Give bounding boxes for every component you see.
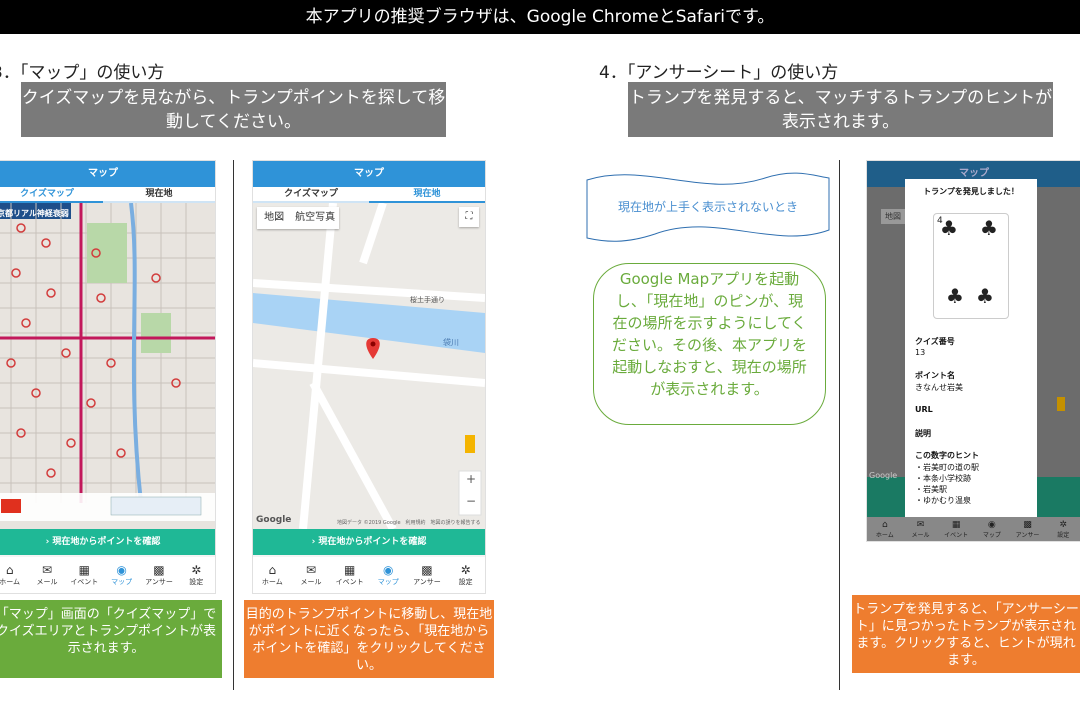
caption-current-location: 目的のトランプポイントに移動し、現在地がポイントに近くなったら、「現在地からポイ…: [244, 600, 494, 678]
nav-mail[interactable]: ✉ メール: [903, 517, 939, 541]
nav-answer[interactable]: ▩ アンサー: [409, 557, 445, 593]
card-found-modal: トランプを発見しました！ 4 ♣ ♣ ♣ ♣ クイズ番号 13 ポイント名 きな…: [905, 179, 1037, 524]
confirm-location-button[interactable]: › 現在地からポイントを確認: [253, 529, 485, 555]
map-type-button[interactable]: 地図: [257, 207, 291, 229]
caption-answer-sheet: トランプを発見すると、「アンサーシート」に見つかったトランプが表示されます。クリ…: [852, 595, 1080, 673]
nav-settings[interactable]: ✲ 設定: [178, 557, 214, 593]
map-pin-icon: ◉: [116, 563, 127, 577]
aerial-photo-button[interactable]: 航空写真: [291, 207, 339, 229]
grid-icon: ▩: [153, 563, 165, 577]
fullscreen-icon[interactable]: ⛶: [459, 207, 479, 227]
nav-map[interactable]: ◉ マップ: [974, 517, 1010, 541]
point-name-value: きなんせ岩美: [915, 383, 963, 392]
zoom-out-button[interactable]: −: [466, 494, 476, 508]
map-pin-icon: ◉: [987, 519, 996, 530]
map-tabs: クイズマップ 現在地: [0, 187, 215, 203]
quiz-number-value: 13: [915, 348, 926, 357]
google-logo: Google: [869, 471, 898, 480]
hint-item: ・ゆかむり温泉: [915, 496, 971, 505]
river-label: 袋川: [443, 338, 459, 347]
mail-icon: ✉: [916, 519, 925, 530]
divider: [839, 160, 840, 690]
bottom-nav: ⌂ ホーム ✉ メール ▦ イベント ◉ マップ ▩ アンサー ✲ 設定: [0, 557, 215, 593]
club-icon: ♣: [980, 216, 998, 240]
phone-quiz-map-screen: マップ クイズマップ 現在地 京都リアル神経衰弱 › 現在地からポイントを確認 …: [0, 160, 216, 594]
section4-note: トランプを発見すると、マッチするトランプのヒントが表示されます。: [628, 82, 1053, 137]
calendar-icon: ▦: [343, 563, 356, 577]
nav-answer[interactable]: ▩ アンサー: [1010, 517, 1046, 541]
gear-icon: ✲: [191, 563, 202, 577]
nav-map[interactable]: ◉ マップ: [370, 557, 406, 593]
phone-current-location-screen: マップ クイズマップ 現在地 地図 航空写真 ⛶ 桜土手通り 袋川 + − Go…: [252, 160, 486, 594]
modal-title: トランプを発見しました！: [923, 187, 1019, 196]
caption-quiz-map: 「マップ」画面の「クイズマップ」でクイズエリアとトランプポイントが表示されます。: [0, 600, 222, 678]
url-label: URL: [915, 405, 933, 414]
confirm-location-button[interactable]: › 現在地からポイントを確認: [0, 529, 215, 555]
map-type-button[interactable]: 地図: [881, 209, 905, 224]
point-name-label: ポイント名: [915, 371, 955, 380]
nav-mail[interactable]: ✉ メール: [293, 557, 329, 593]
nav-home[interactable]: ⌂ ホーム: [867, 517, 903, 541]
hint-item: ・岩美駅: [915, 485, 947, 494]
nav-answer[interactable]: ▩ アンサー: [141, 557, 177, 593]
nav-event[interactable]: ▦ イベント: [938, 517, 974, 541]
tab-current-location[interactable]: 現在地: [369, 187, 485, 203]
section4-title: 4．「アンサーシート」の使い方: [599, 63, 839, 83]
gear-icon: ✲: [1059, 519, 1067, 530]
map-attribution: 地図データ ©2019 Google 利用規約 地図の誤りを報告する: [337, 520, 481, 526]
google-logo: Google: [256, 515, 292, 525]
nav-event[interactable]: ▦ イベント: [66, 557, 102, 593]
zoom-in-button[interactable]: +: [466, 472, 476, 486]
tab-quiz-map[interactable]: クイズマップ: [253, 187, 369, 203]
nav-settings[interactable]: ✲ 設定: [448, 557, 484, 593]
calendar-icon: ▦: [951, 519, 961, 530]
browser-recommendation-banner: 本アプリの推奨ブラウザは、Google ChromeとSafariです。: [0, 0, 1080, 34]
tab-quiz-map[interactable]: クイズマップ: [0, 187, 103, 203]
nav-settings[interactable]: ✲ 設定: [1045, 517, 1080, 541]
bottom-nav: ⌂ ホーム ✉ メール ▦ イベント ◉ マップ ▩ アンサー ✲ 設定: [867, 517, 1080, 541]
hint-label: この数字のヒント: [915, 451, 979, 460]
phone-header-title: マップ: [0, 161, 215, 187]
map-type-control: 地図 航空写真: [257, 207, 339, 229]
mail-icon: ✉: [305, 563, 317, 577]
nav-mail[interactable]: ✉ メール: [29, 557, 65, 593]
grid-icon: ▩: [1023, 519, 1032, 530]
club-icon: ♣: [946, 284, 964, 308]
section3-note: クイズマップを見ながら、トランプポイントを探して移動してください。: [21, 82, 446, 137]
tip-bubble: Google Mapアプリを起動し、「現在地」のピンが、現在の場所を示すようにし…: [593, 263, 826, 425]
description-label: 説明: [915, 429, 931, 438]
club-icon: ♣: [976, 284, 994, 308]
mail-icon: ✉: [41, 563, 53, 577]
map-pin-icon: ◉: [383, 563, 394, 577]
divider: [233, 160, 234, 690]
grid-icon: ▩: [421, 563, 433, 577]
section3-title: 3．「マップ」の使い方: [0, 63, 165, 83]
phone-header-title: マップ: [253, 161, 485, 187]
hint-item: ・岩美町の道の駅: [915, 463, 979, 472]
quiz-map-title: 京都リアル神経衰弱: [0, 209, 69, 218]
google-map-view[interactable]: [253, 203, 485, 529]
tip-banner-text: 現在地が上手く表示されないとき: [617, 200, 798, 214]
home-icon: ⌂: [5, 563, 14, 577]
nav-map[interactable]: ◉ マップ: [104, 557, 140, 593]
calendar-icon: ▦: [78, 563, 90, 577]
gear-icon: ✲: [460, 563, 471, 577]
quiz-map-image[interactable]: [0, 203, 215, 529]
quiz-number-label: クイズ番号: [915, 337, 955, 346]
home-icon: ⌂: [268, 563, 277, 577]
nav-home[interactable]: ⌂ ホーム: [0, 557, 28, 593]
hint-item: ・本条小学校跡: [915, 474, 971, 483]
tab-current-location[interactable]: 現在地: [103, 187, 215, 203]
road-label: 桜土手通り: [410, 296, 445, 304]
bottom-nav: ⌂ ホーム ✉ メール ▦ イベント ◉ マップ ▩ アンサー ✲ 設定: [253, 557, 485, 593]
home-icon: ⌂: [881, 519, 888, 530]
nav-event[interactable]: ▦ イベント: [332, 557, 368, 593]
nav-home[interactable]: ⌂ ホーム: [254, 557, 290, 593]
club-icon: ♣: [940, 216, 958, 240]
map-tabs: クイズマップ 現在地: [253, 187, 485, 203]
phone-answer-sheet-screen: マップ 地図 Google トランプを発見しました！ 4 ♣ ♣ ♣ ♣ クイズ…: [866, 160, 1080, 542]
playing-card-image: 4 ♣ ♣ ♣ ♣: [933, 213, 1009, 319]
